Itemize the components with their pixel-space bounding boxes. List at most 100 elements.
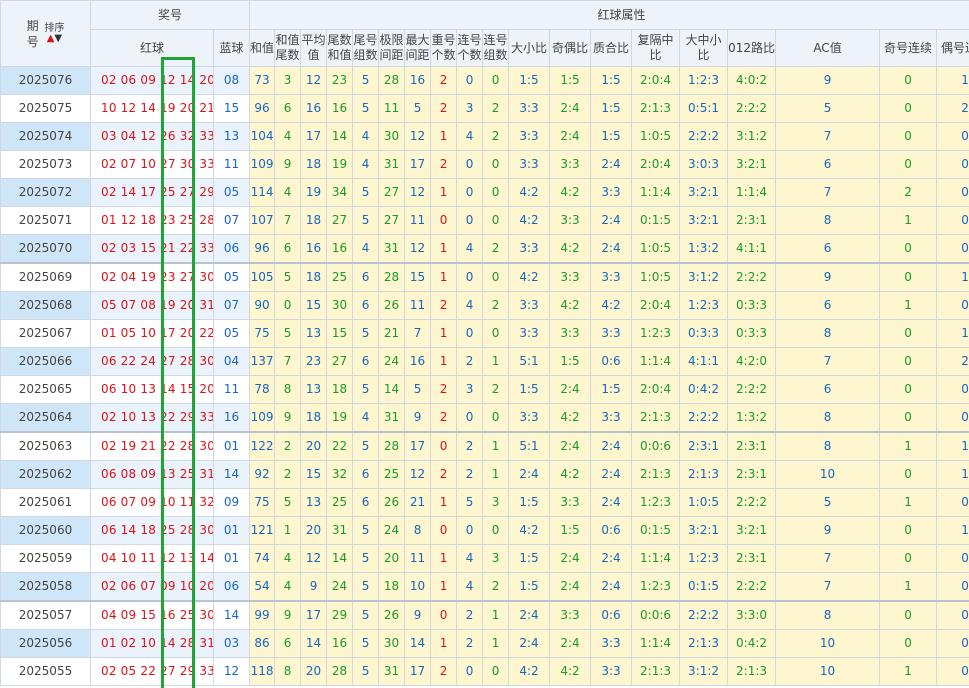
attr-cell: 105 bbox=[249, 262, 276, 292]
attr-cell: 3:3 bbox=[508, 94, 551, 123]
attr-cell: 1 bbox=[879, 206, 938, 235]
attr-cell: 1 bbox=[274, 516, 302, 545]
table-row[interactable]: 2025073 02 07 10 27 30 33 11 109 9 18 19 4 31 17 2… bbox=[0, 150, 969, 179]
attr-col-header: 和值 bbox=[249, 29, 276, 67]
issue-cell: 2025065 bbox=[0, 375, 91, 404]
attr-cell: 4:2:0 bbox=[727, 347, 777, 376]
attr-cell: 0:3:3 bbox=[679, 319, 729, 348]
table-row[interactable]: 2025062 06 08 09 13 25 31 14 92 2 15 32 6 25 12 2 2… bbox=[0, 460, 969, 489]
attr-col-header: 极限间距 bbox=[378, 29, 406, 67]
attr-cell: 5 bbox=[352, 206, 380, 235]
attr-cell: 0 bbox=[879, 403, 938, 433]
attr-cell: 14 bbox=[300, 629, 328, 658]
attr-cell: 12 bbox=[300, 544, 328, 573]
table-row[interactable]: 2025072 02 14 17 25 27 29 05 114 4 19 34 5 27 12 1… bbox=[0, 178, 969, 207]
attr-cell: 26 bbox=[378, 488, 406, 517]
attr-cell: 31 bbox=[378, 403, 406, 433]
issue-cell: 2025057 bbox=[0, 600, 91, 630]
attr-cell: 8 bbox=[274, 657, 302, 686]
attr-cell: 30 bbox=[326, 291, 354, 320]
attr-cell: 1 bbox=[430, 572, 458, 602]
attr-cell: 6 bbox=[352, 488, 380, 517]
attr-cell: 2 bbox=[430, 291, 458, 320]
attr-cell: 3:3 bbox=[508, 291, 551, 320]
table-row[interactable]: 2025055 02 05 22 27 29 33 12 118 8 20 28 5 31 17 2… bbox=[0, 657, 969, 686]
attr-cell: 104 bbox=[249, 122, 276, 151]
red-balls-cell: 01 02 10 14 28 31 bbox=[90, 629, 214, 658]
attr-cell: 0 bbox=[879, 319, 938, 348]
attr-cell: 5 bbox=[352, 572, 380, 602]
table-row[interactable]: 2025065 06 10 13 14 15 20 11 78 8 13 18 5 14 5 2 3 2… bbox=[0, 375, 969, 404]
attr-cell: 1 bbox=[936, 66, 969, 95]
table-row[interactable]: 2025069 02 04 19 23 27 30 05 105 5 18 25 6 28 15 1… bbox=[0, 262, 969, 292]
issue-cell: 2025067 bbox=[0, 319, 91, 348]
attr-cell: 2:2:2 bbox=[727, 262, 777, 292]
table-row[interactable]: 2025063 02 19 21 22 28 30 01 122 2 20 22 5 28 17 0… bbox=[0, 431, 969, 461]
attr-cell: 0 bbox=[936, 122, 969, 151]
table-row[interactable]: 2025071 01 12 18 23 25 28 07 107 7 18 27 5 27 11 0… bbox=[0, 206, 969, 235]
table-row[interactable]: 2025074 03 04 12 26 32 33 13 104 4 17 14 4 30 12 1… bbox=[0, 122, 969, 151]
attr-cell: 2:1:3 bbox=[727, 657, 777, 686]
attr-cell: 4 bbox=[274, 544, 302, 573]
attr-cell: 5 bbox=[274, 319, 302, 348]
table-row[interactable]: 2025066 06 22 24 27 28 30 04 137 7 23 27 6 24 16 1… bbox=[0, 347, 969, 376]
attr-cell: 1 bbox=[936, 431, 969, 461]
table-row[interactable]: 2025056 01 02 10 14 28 31 03 86 6 14 16 5 30 14 1 2… bbox=[0, 629, 969, 658]
table-row[interactable]: 2025064 02 10 13 22 29 33 16 109 9 18 19 4 31 9 2 0… bbox=[0, 403, 969, 433]
red-balls-cell: 04 10 11 12 13 14 bbox=[90, 544, 214, 573]
attr-cell: 0 bbox=[482, 262, 510, 292]
table-row[interactable]: 2025067 01 05 10 17 20 22 05 75 5 13 15 5 21 7 1 0 0… bbox=[0, 319, 969, 348]
attr-cell: 2:4 bbox=[590, 460, 633, 489]
blue-ball-cell: 16 bbox=[212, 403, 251, 433]
attr-cell: 3:3 bbox=[549, 600, 592, 630]
attr-cell: 3:3 bbox=[590, 629, 633, 658]
attr-cell: 8 bbox=[775, 206, 881, 235]
attr-cell: 2 bbox=[430, 460, 458, 489]
attr-cell: 16 bbox=[326, 234, 354, 264]
attr-cell: 1 bbox=[879, 572, 938, 602]
attr-cell: 4:2 bbox=[549, 178, 592, 207]
table-row[interactable]: 2025076 02 06 09 12 14 20 08 73 3 12 23 5 28 16 2 0… bbox=[0, 66, 969, 95]
attr-cell: 0 bbox=[879, 150, 938, 179]
attr-cell: 27 bbox=[378, 206, 406, 235]
attr-cell: 18 bbox=[326, 375, 354, 404]
attr-cell: 6 bbox=[274, 94, 302, 123]
attr-cell: 2:2:2 bbox=[727, 94, 777, 123]
table-row[interactable]: 2025060 06 14 18 25 28 30 01 121 1 20 31 5 24 8 0 0… bbox=[0, 516, 969, 545]
blue-ball-cell: 05 bbox=[212, 178, 251, 207]
table-row[interactable]: 2025057 04 09 15 16 25 30 14 99 9 17 29 5 26 9 0 2 1… bbox=[0, 600, 969, 630]
issue-header-char1: 期 bbox=[26, 18, 39, 33]
attr-cell: 0 bbox=[879, 122, 938, 151]
table-row[interactable]: 2025075 10 12 14 19 20 21 15 96 6 16 16 5 11 5 2 3 2… bbox=[0, 94, 969, 123]
attr-cell: 2 bbox=[456, 431, 484, 461]
table-row[interactable]: 2025061 06 07 09 10 11 32 09 75 5 13 25 6 26 21 1 5… bbox=[0, 488, 969, 517]
attr-col-header: 尾数和值 bbox=[326, 29, 354, 67]
blue-ball-cell: 15 bbox=[212, 94, 251, 123]
red-balls-cell: 06 14 18 25 28 30 bbox=[90, 516, 214, 545]
attr-cell: 1:3:2 bbox=[727, 403, 777, 433]
attr-cell: 0 bbox=[456, 66, 484, 95]
attr-cell: 3:3 bbox=[590, 178, 633, 207]
table-row[interactable]: 2025068 05 07 08 19 20 31 07 90 0 15 30 6 26 11 2 4… bbox=[0, 291, 969, 320]
attr-cell: 17 bbox=[404, 431, 432, 461]
attr-cell: 3 bbox=[456, 94, 484, 123]
attr-cell: 0 bbox=[456, 516, 484, 545]
attr-cell: 3:3:0 bbox=[727, 600, 777, 630]
attr-cell: 2:3:1 bbox=[679, 431, 729, 461]
attr-cell: 14 bbox=[378, 375, 406, 404]
table-row[interactable]: 2025070 02 03 15 21 22 33 06 96 6 16 16 4 31 12 1 4… bbox=[0, 234, 969, 264]
issue-cell: 2025066 bbox=[0, 347, 91, 376]
red-balls-cell: 01 12 18 23 25 28 bbox=[90, 206, 214, 235]
table-row[interactable]: 2025058 02 06 07 09 10 20 06 54 4 9 24 5 18 10 1 4 2… bbox=[0, 572, 969, 602]
attr-cell: 0:0:6 bbox=[631, 431, 681, 461]
attr-col-header: 偶号连续 bbox=[936, 29, 969, 67]
attr-cell: 16 bbox=[326, 629, 354, 658]
attr-col-header: 尾号组数 bbox=[352, 29, 380, 67]
issue-header[interactable]: 期 号 排序 ▲▼ bbox=[0, 0, 91, 67]
table-row[interactable]: 2025059 04 10 11 12 13 14 01 74 4 12 14 5 20 11 1 4… bbox=[0, 544, 969, 573]
attr-cell: 2:4 bbox=[549, 431, 592, 461]
attr-cell: 1 bbox=[430, 122, 458, 151]
attr-cell: 15 bbox=[404, 262, 432, 292]
attr-cell: 99 bbox=[249, 600, 276, 630]
sort-button[interactable]: 排序 ▲▼ bbox=[44, 23, 64, 44]
